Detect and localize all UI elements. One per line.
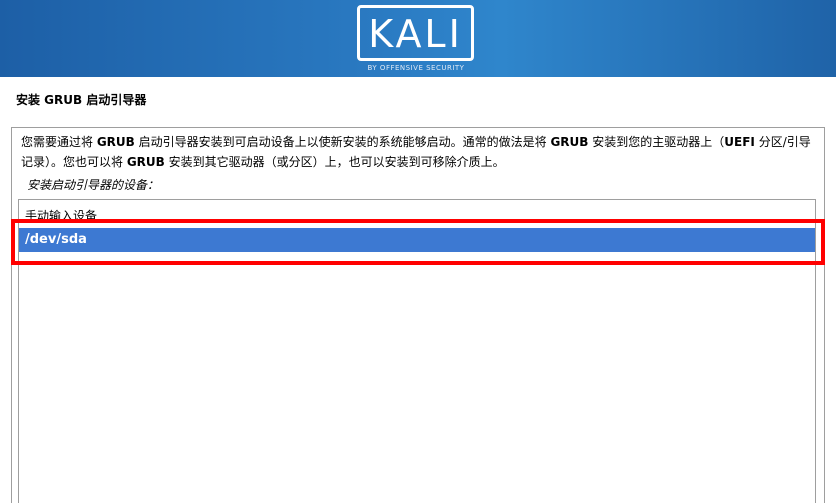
desc-part-3: 安装到您的主驱动器上（ <box>588 135 725 149</box>
device-prompt: 安装启动引导器的设备： <box>27 178 160 192</box>
list-item-manual-entry[interactable]: 手动输入设备 <box>25 207 97 224</box>
desc-part-5: 安装到其它驱动器（或分区）上，也可以安装到可移除介质上。 <box>164 155 505 169</box>
list-item-dev-sda[interactable]: /dev/sda <box>19 228 815 252</box>
page-title: 安装 GRUB 启动引导器 <box>16 93 147 107</box>
description-text: 您需要通过将 GRUB 启动引导器安装到可启动设备上以使新安装的系统能够启动。通… <box>21 132 821 172</box>
desc-uefi: UEFI <box>724 135 755 149</box>
kali-logo: KALI <box>357 5 474 61</box>
desc-grub-3: GRUB <box>126 155 165 169</box>
kali-logo-text: KALI <box>368 12 463 56</box>
list-item-label: /dev/sda <box>25 232 87 247</box>
desc-part-1: 您需要通过将 <box>21 135 97 149</box>
kali-banner: KALI BY OFFENSIVE SECURITY <box>0 0 836 77</box>
desc-part-2: 启动引导器安装到可启动设备上以使新安装的系统能够启动。通常的做法是将 <box>134 135 551 149</box>
kali-logo-subtitle: BY OFFENSIVE SECURITY <box>367 64 465 72</box>
desc-grub-2: GRUB <box>550 135 589 149</box>
desc-grub-1: GRUB <box>96 135 135 149</box>
